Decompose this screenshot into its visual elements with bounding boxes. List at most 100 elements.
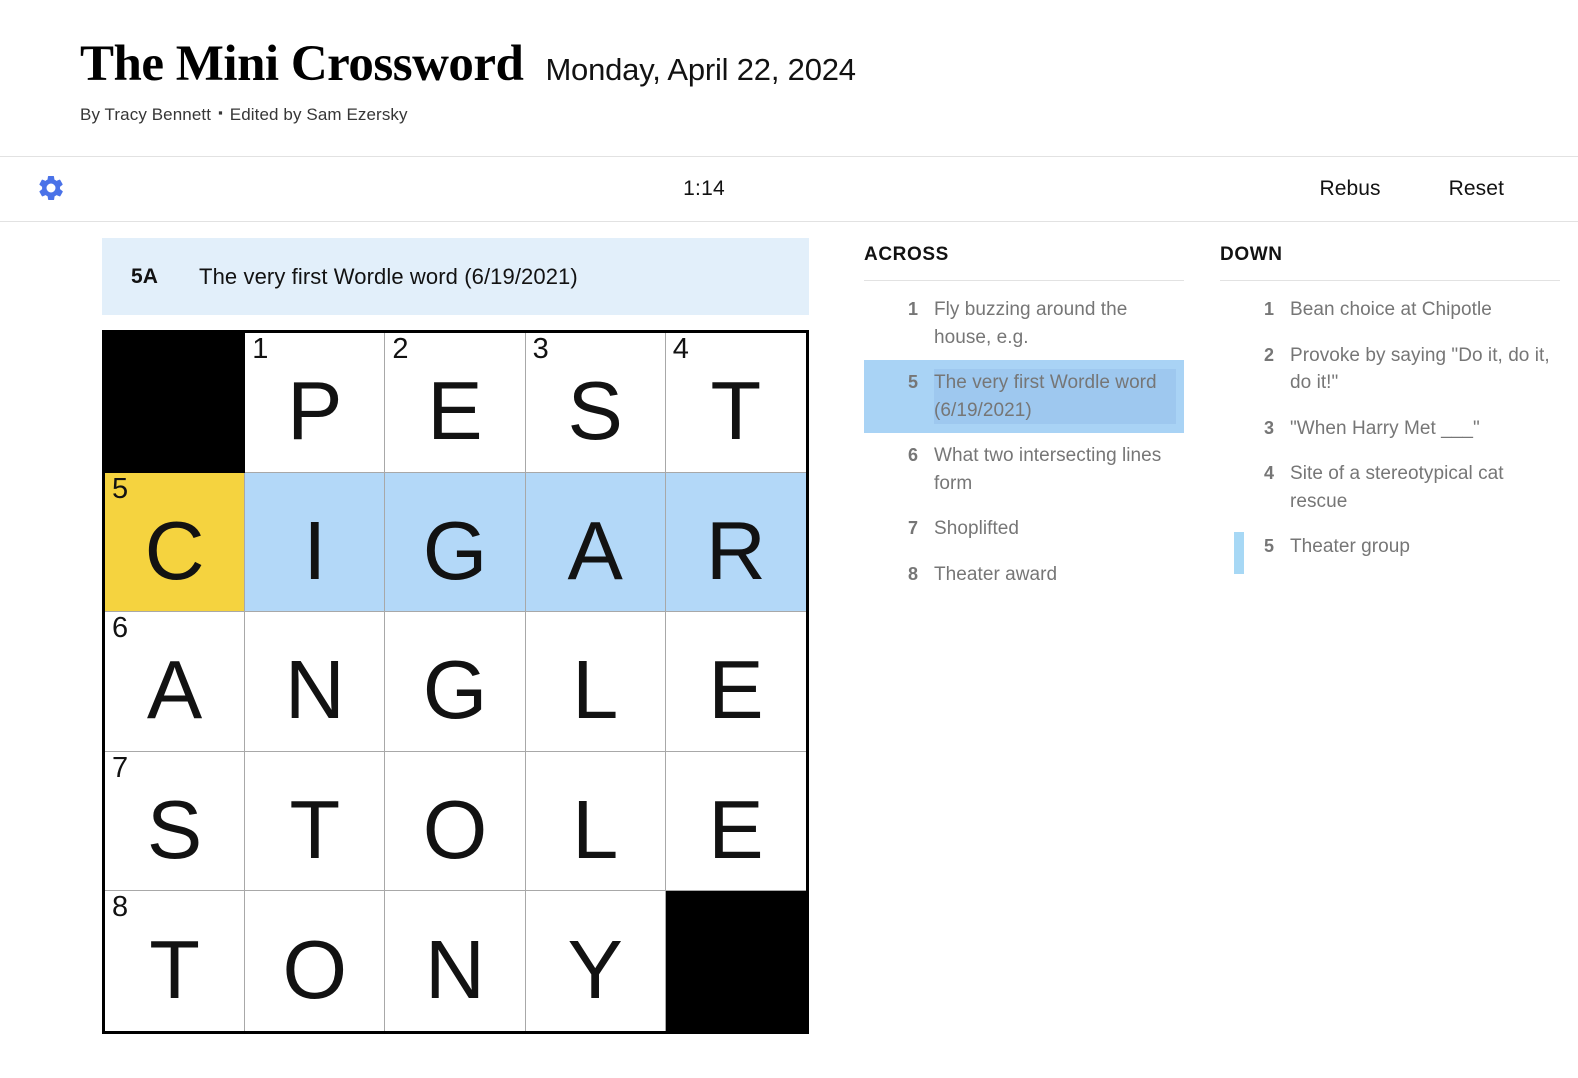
clue-item[interactable]: 2 Provoke by saying "Do it, do it, do it!…: [1220, 333, 1560, 406]
clue-item[interactable]: 1 Fly buzzing around the house, e.g.: [864, 287, 1184, 360]
puzzle-toolbar: 1:14 Rebus Reset: [0, 157, 1578, 222]
grid-cell[interactable]: 6A: [105, 612, 246, 752]
current-clue-label: 5A: [131, 264, 159, 288]
current-clue-text: The very first Wordle word (6/19/2021): [199, 263, 578, 289]
crossword-grid[interactable]: 1P2E3S4T5CIGAR6ANGLE7STOLE8TONY: [102, 330, 809, 1034]
cell-letter: L: [572, 643, 619, 737]
cell-letter: C: [144, 503, 205, 597]
grid-cell[interactable]: G: [385, 472, 526, 613]
grid-cell[interactable]: E: [665, 612, 806, 752]
cell-number: 6: [112, 612, 128, 645]
cell-letter: T: [149, 922, 200, 1016]
clue-text: Site of a stereotypical cat rescue: [1290, 463, 1504, 512]
cell-number: 2: [392, 333, 409, 365]
grid-cell[interactable]: A: [525, 472, 666, 613]
cell-letter: O: [282, 922, 348, 1016]
puzzle-date: Monday, April 22, 2024: [545, 52, 856, 87]
grid-cell[interactable]: N: [245, 612, 386, 752]
cell-letter: I: [303, 503, 327, 597]
clue-item[interactable]: 8 Theater award: [864, 552, 1184, 598]
grid-cell[interactable]: G: [385, 612, 526, 752]
across-divider: [864, 280, 1184, 281]
cell-letter: T: [289, 782, 341, 876]
reset-button[interactable]: Reset: [1447, 173, 1506, 205]
grid-cell[interactable]: E: [665, 751, 806, 892]
clue-number: 4: [1263, 463, 1274, 484]
cell-letter: R: [705, 503, 766, 597]
clue-text: Bean choice at Chipotle: [1290, 299, 1492, 320]
clue-item[interactable]: 3 "When Harry Met ___": [1220, 406, 1560, 452]
down-divider: [1220, 280, 1560, 281]
title-row: The Mini Crossword Monday, April 22, 202…: [80, 36, 1578, 92]
grid-cell[interactable]: O: [385, 751, 526, 892]
grid-cell[interactable]: L: [525, 612, 666, 752]
clue-item[interactable]: 1 Bean choice at Chipotle: [1220, 287, 1560, 333]
grid-cell[interactable]: O: [245, 891, 386, 1031]
grid-cell[interactable]: T: [245, 751, 386, 892]
page-header: The Mini Crossword Monday, April 22, 202…: [0, 0, 1578, 157]
grid-cell[interactable]: L: [525, 751, 666, 892]
clue-item[interactable]: 7 Shoplifted: [864, 506, 1184, 552]
rebus-button[interactable]: Rebus: [1317, 173, 1382, 205]
cell-number: 4: [672, 333, 689, 365]
across-column: ACROSS 1 Fly buzzing around the house, e.…: [864, 244, 1184, 1034]
grid-cell[interactable]: 5C: [105, 472, 246, 613]
cell-letter: G: [422, 503, 488, 597]
clue-number: 3: [1263, 417, 1274, 438]
clue-number: 6: [907, 445, 918, 466]
cell-letter: Y: [567, 922, 623, 1016]
cell-number: 3: [532, 333, 549, 365]
grid-cell[interactable]: N: [385, 891, 526, 1031]
puzzle-column: 5A The very first Wordle word (6/19/2021…: [102, 238, 812, 1034]
current-clue-banner[interactable]: 5A The very first Wordle word (6/19/2021…: [102, 238, 809, 315]
grid-cell[interactable]: 8T: [105, 891, 246, 1031]
clue-number: 1: [907, 299, 918, 319]
clue-number: 5: [1263, 536, 1274, 557]
crossing-clue-marker: [1234, 532, 1244, 575]
down-column: DOWN 1 Bean choice at Chipotle 2 Provoke by…: [1220, 244, 1560, 1034]
clue-number: 5: [907, 372, 918, 393]
cell-letter: G: [422, 643, 488, 737]
clue-item[interactable]: 5 Theater group: [1220, 524, 1560, 575]
clue-item[interactable]: 5 The very first Wordle word (6/19/2021): [864, 360, 1184, 434]
page-title: The Mini Crossword: [80, 36, 524, 92]
clue-item[interactable]: 6 What two intersecting lines form: [864, 433, 1184, 506]
toolbar-actions: Rebus Reset: [1317, 173, 1506, 205]
cell-letter: P: [287, 364, 343, 458]
clue-text: The very first Wordle word (6/19/2021): [934, 369, 1176, 425]
grid-cell[interactable]: R: [665, 472, 806, 613]
grid-cell[interactable]: 4T: [665, 333, 806, 473]
cell-number: 7: [112, 751, 128, 784]
clue-lists: ACROSS 1 Fly buzzing around the house, e.…: [812, 238, 1560, 1034]
puzzle-main: 5A The very first Wordle word (6/19/2021…: [0, 222, 1578, 1034]
cell-letter: E: [708, 643, 764, 737]
byline-separator: ▪: [218, 104, 223, 120]
byline: By Tracy Bennett ▪ Edited by Sam Ezersky: [80, 105, 1578, 125]
cell-letter: S: [567, 364, 623, 458]
grid-cell[interactable]: Y: [525, 891, 666, 1031]
grid-block-cell: [665, 891, 806, 1031]
cell-number: 5: [112, 472, 128, 505]
cell-letter: T: [710, 364, 762, 458]
grid-cell[interactable]: 3S: [525, 333, 666, 473]
across-heading: ACROSS: [864, 244, 949, 265]
byline-editor: Edited by Sam Ezersky: [229, 104, 408, 124]
clue-number: 2: [1263, 344, 1274, 365]
cell-number: 8: [112, 891, 128, 924]
grid-cell[interactable]: 1P: [245, 333, 386, 473]
clue-text: Theater award: [934, 563, 1058, 585]
grid-cell[interactable]: I: [245, 472, 386, 613]
grid-cell[interactable]: 2E: [385, 333, 526, 473]
cell-letter: E: [708, 782, 764, 876]
cell-letter: E: [427, 364, 483, 458]
clue-text: Provoke by saying "Do it, do it, do it!": [1290, 344, 1550, 394]
clue-item[interactable]: 4 Site of a stereotypical cat rescue: [1220, 451, 1560, 524]
across-clue-list: 1 Fly buzzing around the house, e.g. 5 The …: [864, 287, 1184, 597]
byline-author: By Tracy Bennett: [80, 104, 212, 124]
cell-letter: A: [146, 643, 203, 737]
grid-cell[interactable]: 7S: [105, 751, 246, 892]
clue-text: Theater group: [1290, 536, 1411, 558]
clue-text: Fly buzzing around the house, e.g.: [934, 299, 1128, 348]
clue-text: What two intersecting lines form: [934, 445, 1162, 494]
grid-block-cell: [105, 333, 246, 473]
